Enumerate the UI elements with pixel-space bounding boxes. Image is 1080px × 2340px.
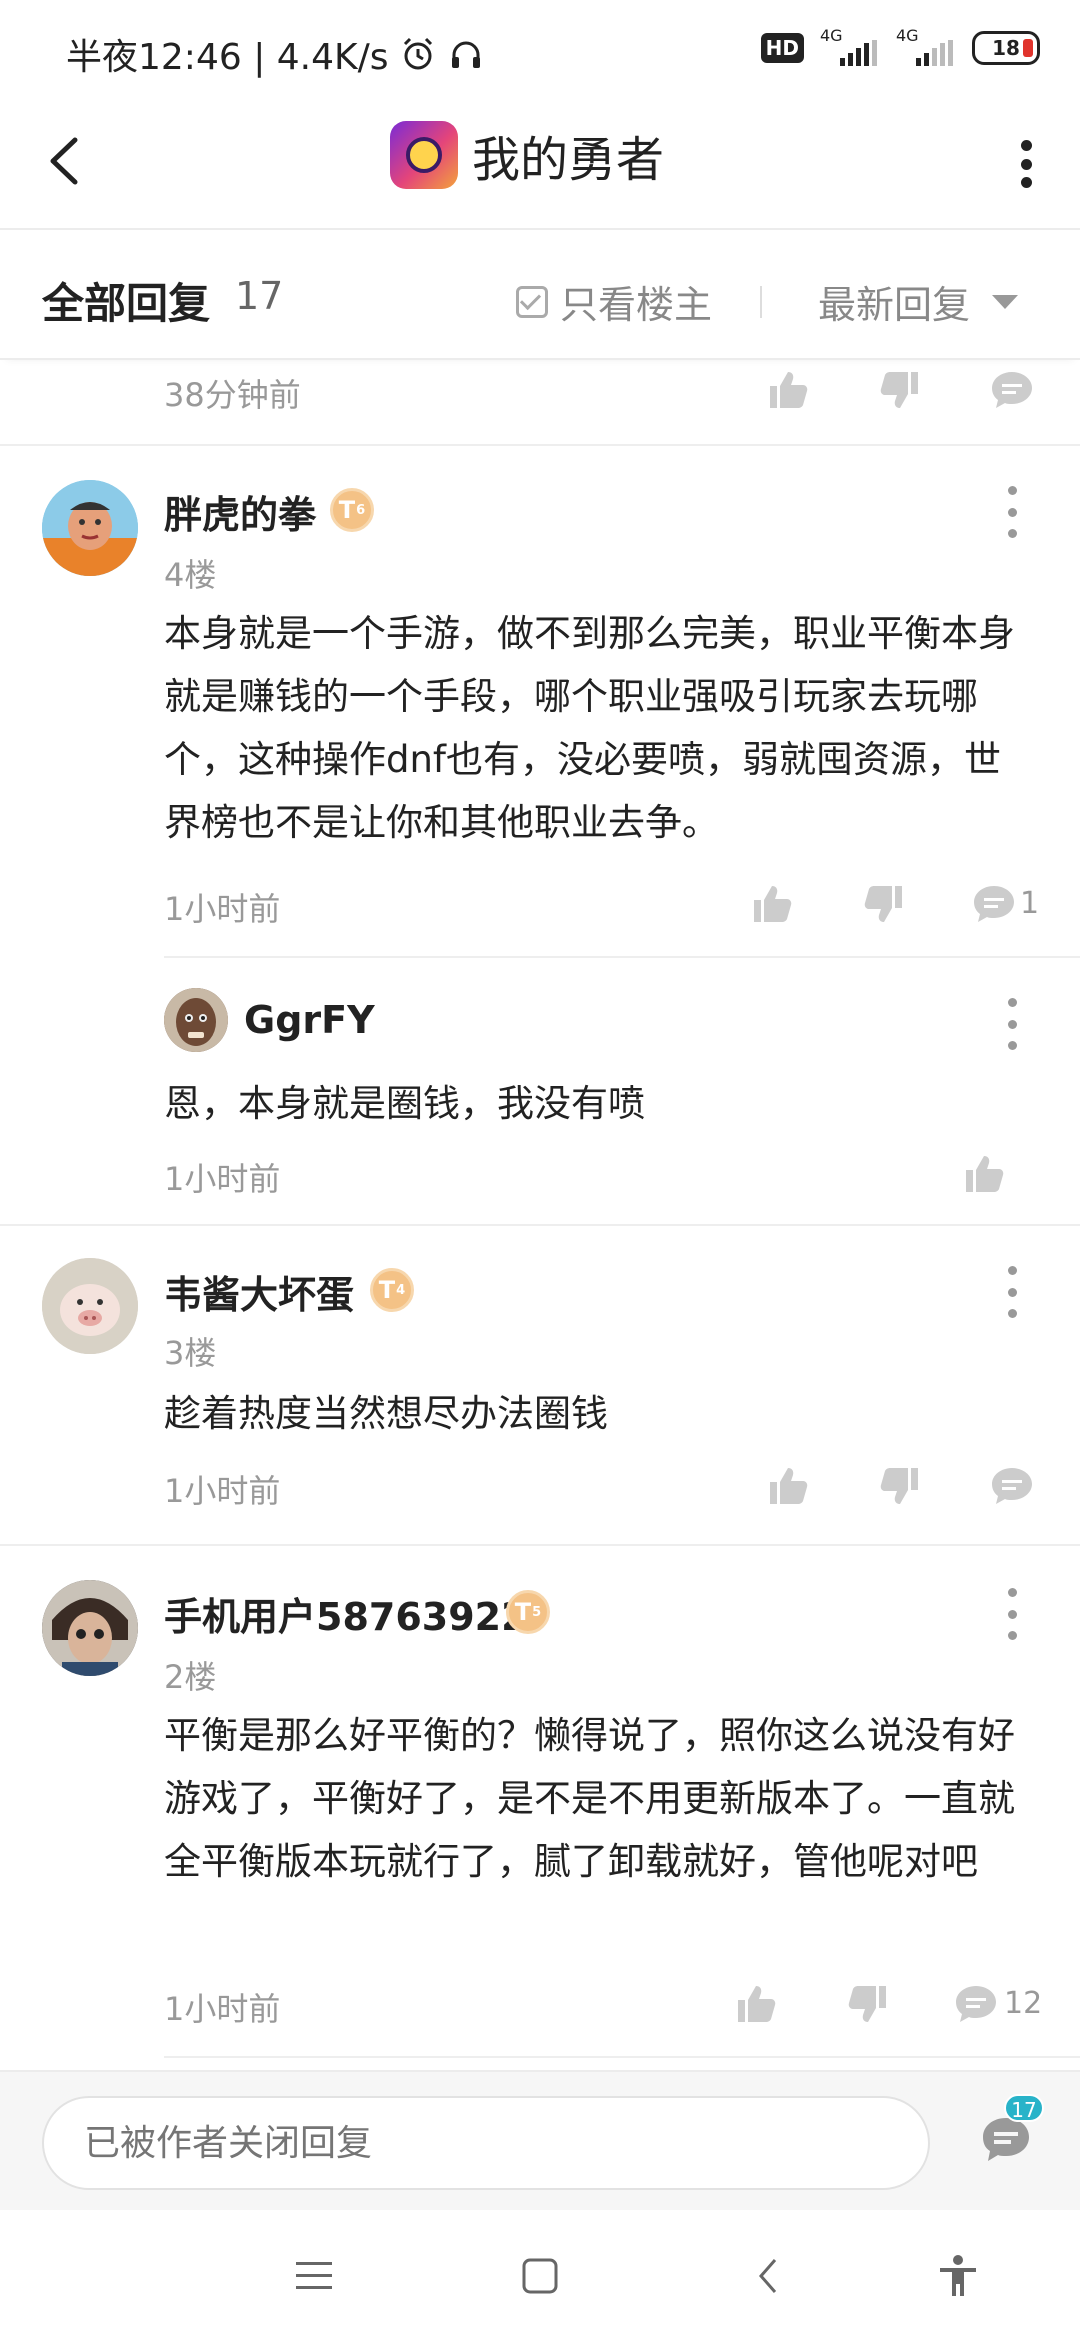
floor-number: 3楼 [164,1334,217,1372]
like-icon[interactable] [960,1150,1008,1198]
comment-text: 本身就是一个手游，做不到那么完美，职业平衡本身就是赚钱的一个手段，哪个职业强吸引… [164,612,1015,844]
reply-time: 1小时前 [164,1160,281,1198]
reply-avatar[interactable] [164,988,228,1052]
comment-time: 1小时前 [164,1990,281,2028]
sort-dropdown[interactable]: 最新回复 [818,274,1019,329]
back-nav-button[interactable] [740,2248,796,2304]
like-icon[interactable] [732,1980,780,2028]
level-badge: T5 [506,1590,550,1634]
comment-feed[interactable]: 38分钟前 胖虎的拳 T6 4楼 本身就是一个手游，做不到那么完美，职业平衡本身… [0,360,1080,2070]
back-arrow-icon [50,137,78,185]
back-button[interactable] [30,126,100,196]
level-badge: T6 [330,488,374,532]
title-bar: 我的勇者 [0,96,1080,230]
checkbox-icon[interactable] [516,285,548,318]
floor-number: 2楼 [164,1658,217,1696]
accessibility-icon [940,2255,976,2296]
signal-icon: 4G [820,26,880,66]
status-time-speed: 半夜12:46 | 4.4K/s [66,37,389,78]
avatar[interactable] [42,1258,138,1354]
reply-bar: 17 [0,2070,1080,2210]
dislike-icon[interactable] [876,1462,924,1510]
signal-icon-2: 4G [896,26,956,66]
comment-count-badge: 17 [1004,2094,1044,2122]
username[interactable]: 胖虎的拳 [164,484,316,539]
more-options-button[interactable] [1006,134,1046,194]
username[interactable]: 手机用户58763922 [164,1586,528,1641]
comment-more-button[interactable] [1004,1588,1020,1640]
separator [0,1544,1080,1546]
status-bar: 半夜12:46 | 4.4K/s HD 4G 4G 18 [0,0,1080,96]
comment-icon[interactable] [952,1980,1000,2028]
comment-time: 1小时前 [164,1472,281,1510]
back-icon [759,2259,777,2293]
reply-username[interactable]: GgrFY [244,998,375,1042]
menu-nav-button[interactable] [288,2248,344,2304]
comment-time: 38分钟前 [164,376,301,414]
comment-time: 1小时前 [164,890,281,928]
divider [760,286,762,318]
comment-text: 平衡是那么好平衡的？懒得说了，照你这么说没有好游戏了，平衡好了，是不是不用更新版… [164,1714,1015,1883]
all-replies-label: 全部回复 [42,279,211,328]
hd-icon: HD [760,33,804,63]
dislike-icon[interactable] [876,366,924,414]
separator [164,2056,1080,2058]
dropdown-arrow-icon [992,294,1019,309]
home-nav-button[interactable] [512,2248,568,2304]
app-icon [390,121,458,189]
battery-icon: 18 [972,31,1040,65]
only-op-label: 只看楼主 [560,283,713,327]
filter-bar: 全部回复 17 只看楼主 最新回复 [0,230,1080,360]
status-right: HD 4G 4G 18 [760,26,1040,66]
avatar[interactable] [42,480,138,576]
comment-icon[interactable] [988,366,1036,414]
accessibility-nav-button[interactable] [930,2248,986,2304]
avatar[interactable] [42,1580,138,1676]
title-wrap: 我的勇者 [390,120,664,190]
battery-level: 18 [992,36,1020,60]
level-badge: T4 [370,1268,414,1312]
dislike-icon[interactable] [844,1980,892,2028]
comment-icon[interactable] [988,1462,1036,1510]
separator [0,1224,1080,1226]
floor-number: 4楼 [164,556,217,594]
system-nav-bar [0,2210,1080,2340]
comment-more-button[interactable] [1004,1266,1020,1318]
separator [164,956,1080,958]
like-icon[interactable] [764,366,812,414]
reply-input[interactable] [42,2096,930,2190]
like-icon[interactable] [748,880,796,928]
reply-text: 恩，本身就是圈钱，我没有喷 [164,1082,645,1125]
menu-icon [296,2262,332,2289]
reply-count: 12 [1004,1986,1043,2021]
reply-count: 1 [1020,886,1040,921]
reply-count: 17 [235,274,284,318]
only-op-toggle[interactable]: 只看楼主 [516,274,712,329]
reply-more-button[interactable] [1004,998,1020,1050]
separator [0,444,1080,446]
alarm-icon [403,37,432,70]
dislike-icon[interactable] [860,880,908,928]
headphones-icon [451,41,480,68]
comment-more-button[interactable] [1004,486,1020,538]
username[interactable]: 韦酱大坏蛋 [164,1264,354,1319]
like-icon[interactable] [764,1462,812,1510]
page-title: 我的勇者 [472,132,665,188]
comment-icon[interactable] [970,880,1018,928]
status-left: 半夜12:46 | 4.4K/s [66,28,485,80]
sort-label: 最新回复 [818,283,971,327]
comment-text: 趁着热度当然想尽办法圈钱 [164,1392,608,1435]
home-icon [522,2258,558,2294]
